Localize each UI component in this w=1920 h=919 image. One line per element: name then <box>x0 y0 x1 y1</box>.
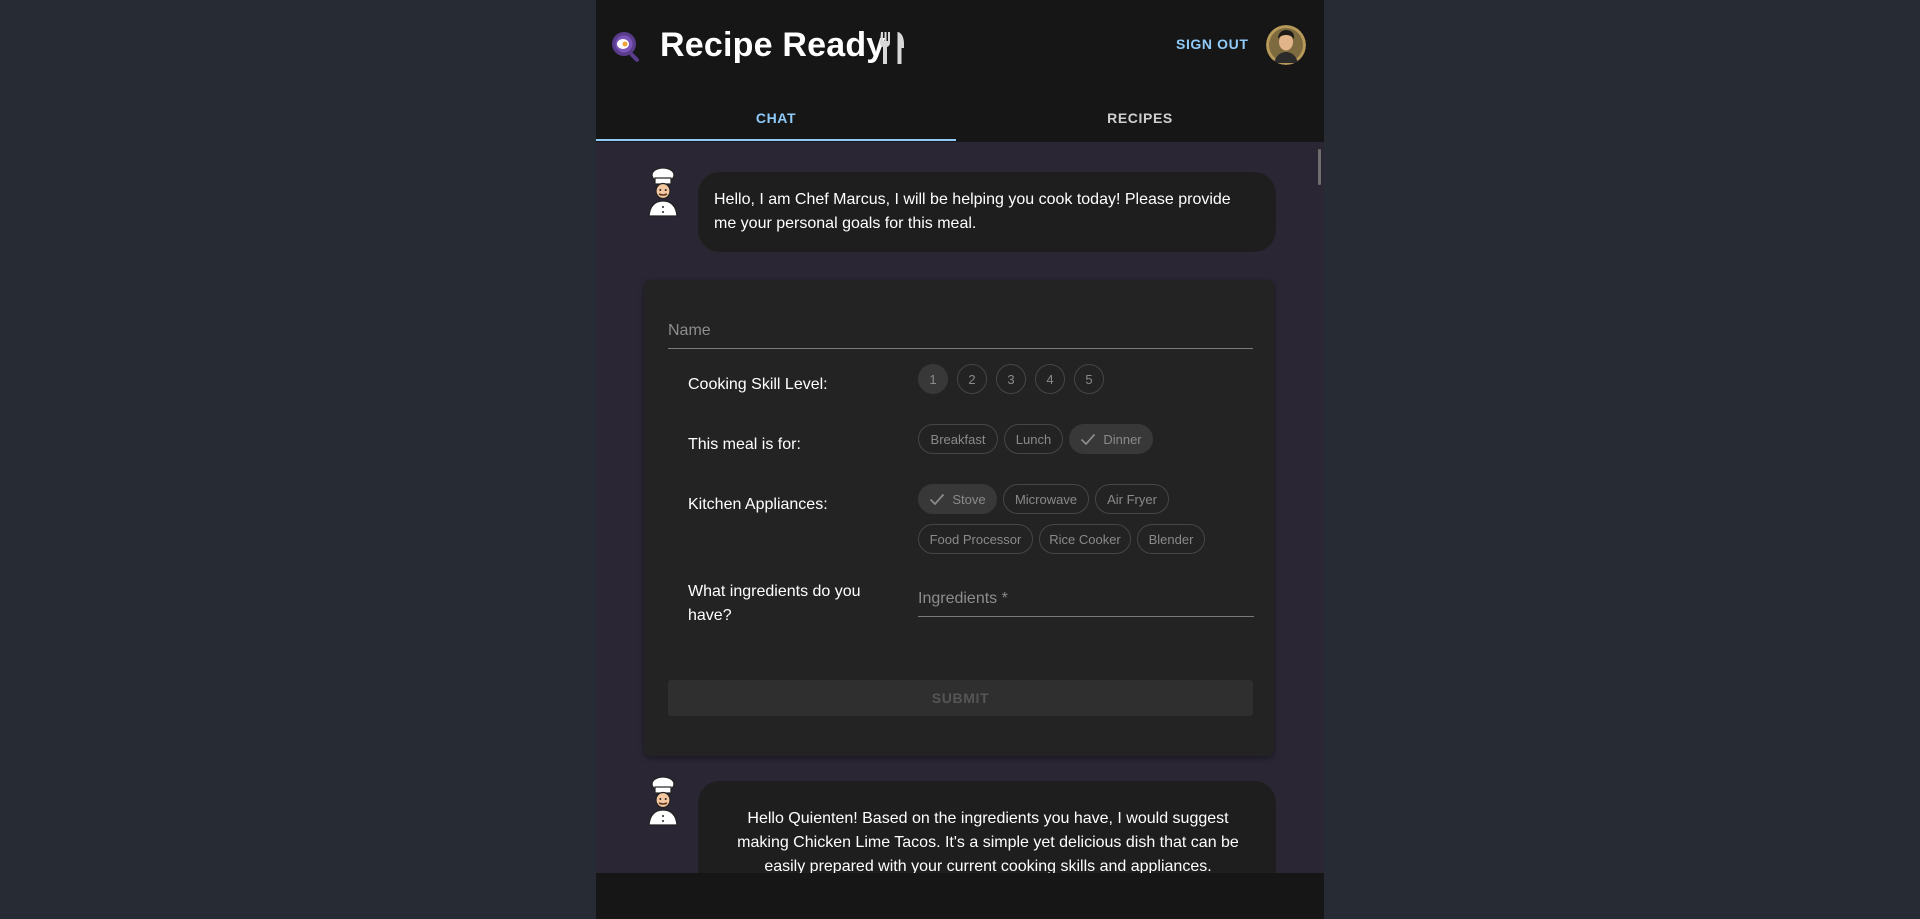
appliance-chip-microwave[interactable]: Microwave <box>1003 484 1089 514</box>
skill-level-5[interactable]: 5 <box>1074 364 1104 394</box>
appliance-chip-stove[interactable]: Stove <box>918 484 997 514</box>
sign-out-button[interactable]: SIGN OUT <box>1176 36 1248 52</box>
skill-level-4[interactable]: 4 <box>1035 364 1065 394</box>
tab-recipes[interactable]: RECIPES <box>956 93 1324 142</box>
ingredients-input[interactable]: Ingredients * <box>918 590 1254 617</box>
chip-label: Food Processor <box>929 531 1022 547</box>
chip-label: Stove <box>952 491 986 507</box>
appliance-chip-air-fryer[interactable]: Air Fryer <box>1095 484 1169 514</box>
chip-label: Breakfast <box>930 431 986 447</box>
chip-label: Air Fryer <box>1107 491 1157 507</box>
name-input[interactable]: Name <box>668 322 1253 349</box>
skill-level-3[interactable]: 3 <box>996 364 1026 394</box>
skill-level-label: Cooking Skill Level: <box>688 376 828 393</box>
app-header: Recipe Ready SIGN OUT <box>596 0 1324 93</box>
chat-message-text: Hello Quienten! Based on the ingredients… <box>737 810 1239 875</box>
meal-chip-dinner[interactable]: Dinner <box>1069 424 1153 454</box>
frying-pan-egg-icon <box>612 32 639 62</box>
tab-bar: CHAT RECIPES <box>596 93 1324 142</box>
app-window: Recipe Ready SIGN OUT CHAT RECIPES Hello… <box>596 0 1324 919</box>
ingredients-question-label: What ingredients do you have? <box>688 583 861 624</box>
chip-label: Lunch <box>1015 431 1052 447</box>
chip-label: Dinner <box>1103 431 1142 447</box>
chip-label: Microwave <box>1014 491 1078 507</box>
chef-icon <box>648 776 678 826</box>
meal-chip-breakfast[interactable]: Breakfast <box>918 424 998 454</box>
appliance-chip-food-processor[interactable]: Food Processor <box>918 524 1033 554</box>
skill-level-2[interactable]: 2 <box>957 364 987 394</box>
appliance-chip-rice-cooker[interactable]: Rice Cooker <box>1039 524 1131 554</box>
meal-preferences-form: Name Cooking Skill Level: 1 2 3 4 5 This… <box>644 280 1274 756</box>
chip-label: Rice Cooker <box>1049 531 1121 547</box>
skill-level-1[interactable]: 1 <box>918 364 948 394</box>
user-avatar[interactable] <box>1266 25 1306 65</box>
fork-knife-icon <box>880 32 904 64</box>
ingredients-placeholder: Ingredients * <box>918 590 1008 607</box>
chip-label: Blender <box>1148 531 1194 547</box>
tab-chat[interactable]: CHAT <box>596 93 956 142</box>
chat-message-text: Hello, I am Chef Marcus, I will be helpi… <box>714 191 1231 232</box>
chat-bubble: Hello, I am Chef Marcus, I will be helpi… <box>698 172 1276 252</box>
chat-input-bar <box>596 873 1324 919</box>
chat-scrollbar[interactable] <box>1318 149 1321 185</box>
check-icon <box>930 493 945 505</box>
appliance-chip-blender[interactable]: Blender <box>1137 524 1205 554</box>
active-tab-indicator <box>596 139 956 141</box>
kitchen-appliances-label: Kitchen Appliances: <box>688 496 828 513</box>
meal-type-label: This meal is for: <box>688 436 801 453</box>
submit-button[interactable]: SUBMIT <box>668 680 1253 716</box>
name-placeholder: Name <box>668 322 711 339</box>
meal-chip-lunch[interactable]: Lunch <box>1004 424 1063 454</box>
chef-icon <box>648 167 678 217</box>
app-title: Recipe Ready <box>660 26 886 64</box>
check-icon <box>1081 433 1096 445</box>
